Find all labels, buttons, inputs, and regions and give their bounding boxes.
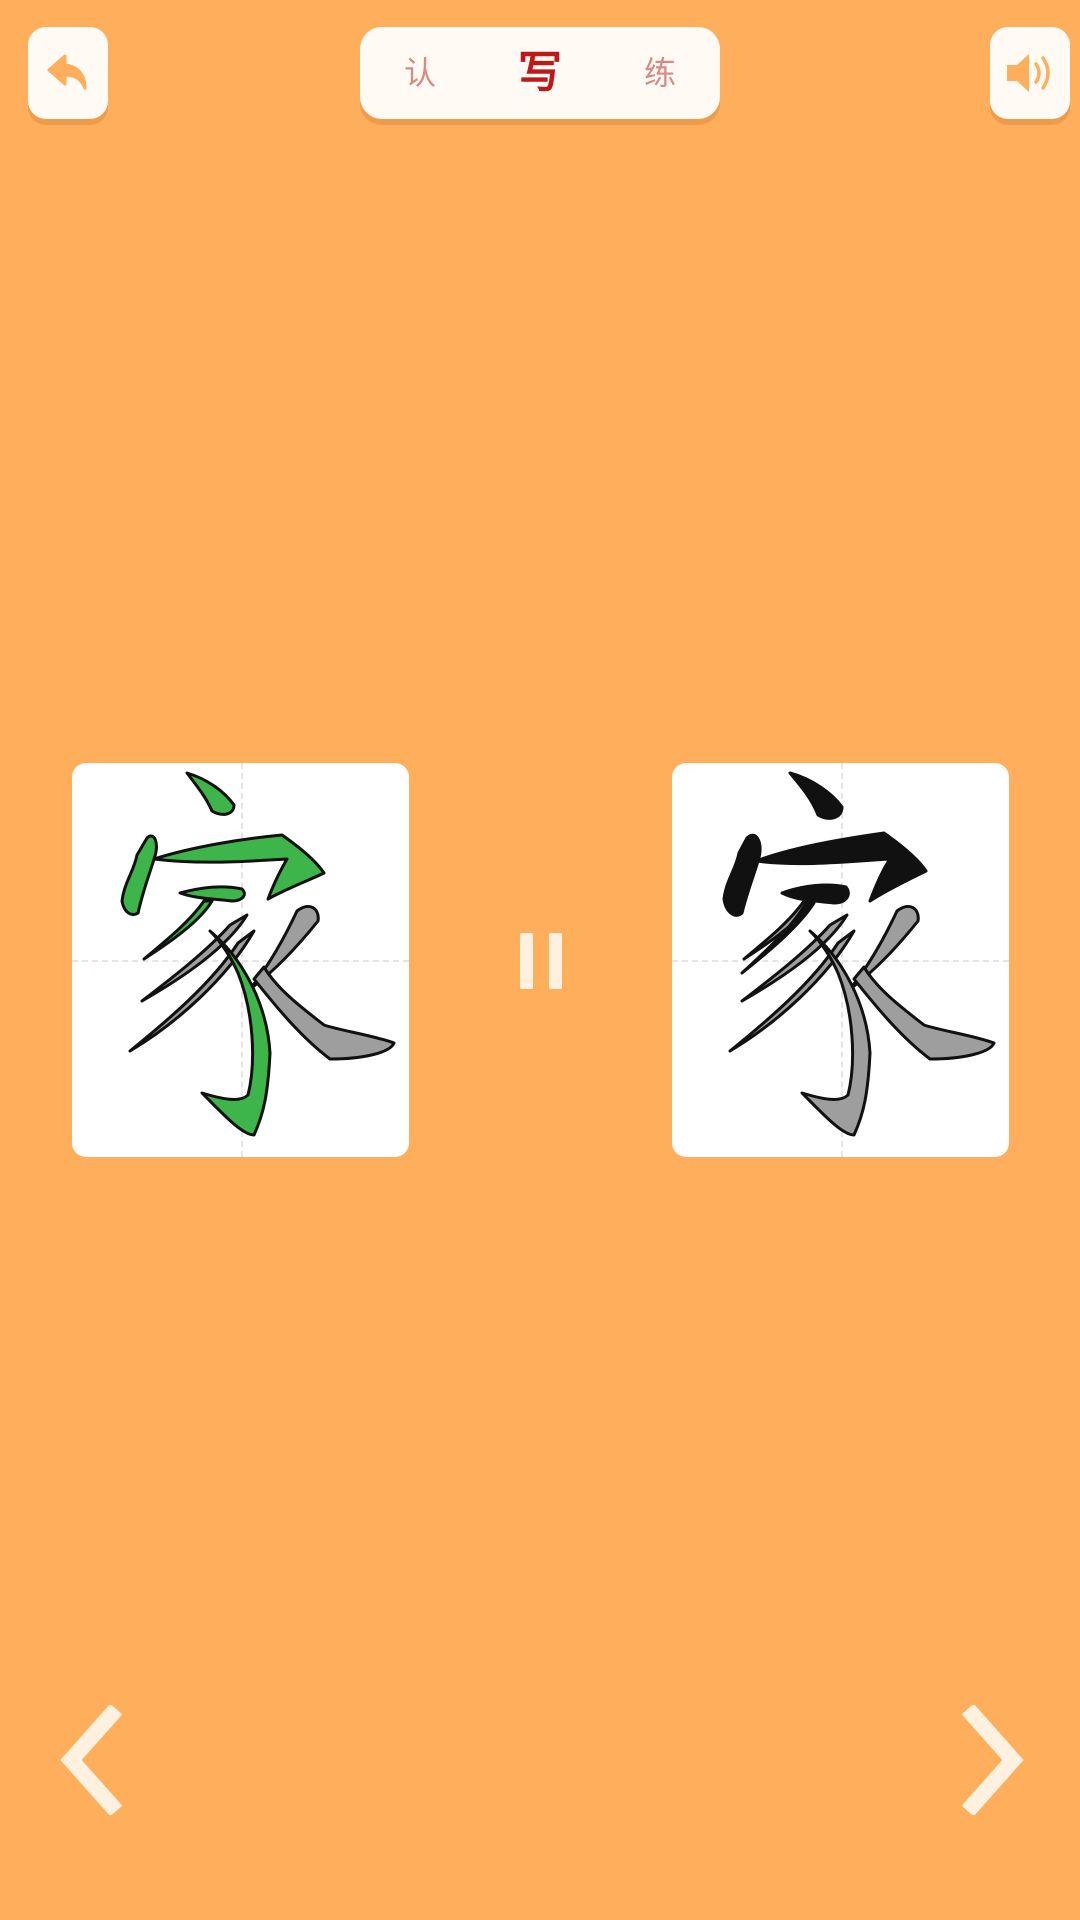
stroke-10 bbox=[252, 965, 396, 1061]
pause-icon[interactable] bbox=[520, 933, 562, 989]
stroke-4 bbox=[780, 883, 850, 905]
stroke-10 bbox=[852, 965, 996, 1061]
back-button[interactable] bbox=[28, 27, 108, 119]
stroke-8 bbox=[128, 929, 256, 1053]
stroke-4 bbox=[178, 885, 246, 903]
prev-character-button[interactable] bbox=[56, 1703, 126, 1817]
pause-bar-right bbox=[549, 933, 562, 989]
chevron-left-icon bbox=[60, 1703, 123, 1817]
stroke-6 bbox=[800, 929, 872, 1137]
chevron-right-icon bbox=[961, 1703, 1024, 1817]
stroke-animation-card[interactable] bbox=[72, 763, 409, 1157]
undo-arrow-icon bbox=[47, 54, 87, 90]
next-character-button[interactable] bbox=[958, 1703, 1028, 1817]
character-preview-card[interactable] bbox=[672, 763, 1009, 1157]
stroke-1 bbox=[788, 771, 844, 820]
mode-tab-bar: 认 写 练 bbox=[360, 27, 720, 119]
speaker-icon bbox=[1007, 54, 1050, 92]
tab-practice[interactable]: 练 bbox=[620, 27, 700, 119]
stroke-6 bbox=[200, 929, 272, 1137]
pause-bar-left bbox=[520, 933, 533, 989]
tab-recognize[interactable]: 认 bbox=[380, 27, 460, 119]
stroke-2 bbox=[722, 833, 762, 917]
stroke-5 bbox=[142, 899, 214, 961]
stroke-2 bbox=[120, 834, 158, 916]
character-strokes-preview bbox=[722, 771, 996, 1137]
stroke-1 bbox=[185, 771, 236, 816]
stroke-8 bbox=[728, 929, 856, 1053]
character-strokes-animated bbox=[120, 771, 396, 1137]
sound-button[interactable] bbox=[990, 27, 1070, 119]
tab-write[interactable]: 写 bbox=[500, 27, 580, 119]
